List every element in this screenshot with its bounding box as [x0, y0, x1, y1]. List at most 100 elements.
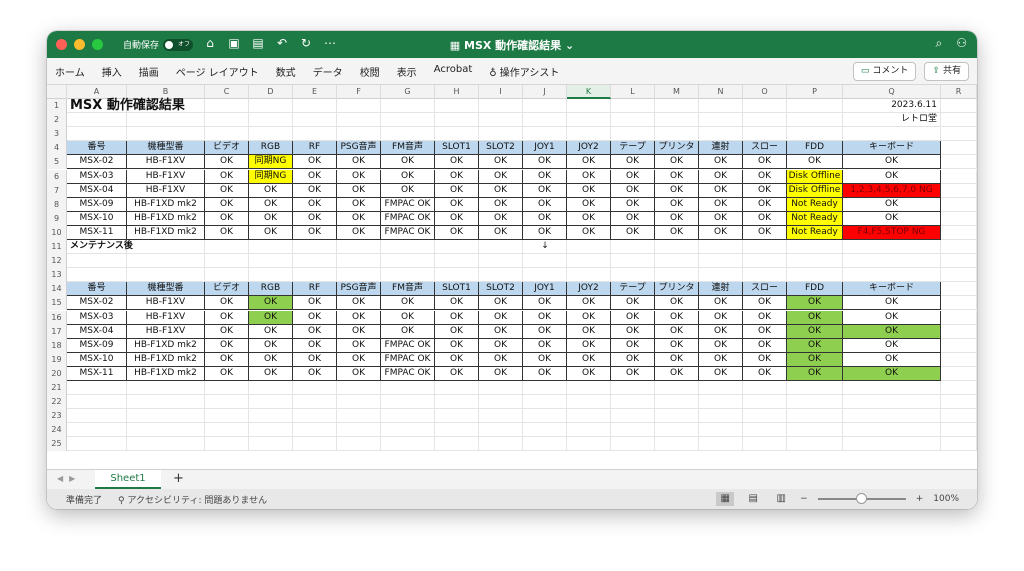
- grid-cell[interactable]: [337, 268, 381, 283]
- column-header-d[interactable]: D: [249, 85, 293, 99]
- table1-cell[interactable]: OK: [337, 197, 381, 212]
- table2-cell[interactable]: MSX-03: [67, 310, 127, 325]
- table2-cell[interactable]: OK: [787, 338, 843, 353]
- grid-cell[interactable]: [941, 282, 977, 297]
- grid-cell[interactable]: [435, 395, 479, 410]
- table1-cell[interactable]: 同期NG: [249, 169, 293, 184]
- table1-header-cell[interactable]: ビデオ: [205, 141, 249, 156]
- table1-header-cell[interactable]: 機種型番: [127, 141, 205, 156]
- grid-cell[interactable]: [523, 99, 567, 114]
- table2-header-cell[interactable]: 連射: [699, 282, 743, 297]
- grid-cell[interactable]: [611, 127, 655, 142]
- grid-cell[interactable]: [843, 268, 941, 283]
- table1-cell[interactable]: MSX-09: [67, 197, 127, 212]
- row-header-9[interactable]: 9: [47, 211, 67, 226]
- grid-cell[interactable]: [523, 254, 567, 269]
- table2-cell[interactable]: OK: [843, 310, 941, 325]
- grid-cell[interactable]: [941, 437, 977, 452]
- grid-cell[interactable]: [205, 127, 249, 142]
- table2-cell[interactable]: HB-F1XV: [127, 296, 205, 311]
- table1-cell[interactable]: OK: [435, 197, 479, 212]
- grid-cell[interactable]: [655, 127, 699, 142]
- grid-cell[interactable]: [567, 395, 611, 410]
- comment-button[interactable]: ▭ コメント: [852, 62, 917, 81]
- grid-cell[interactable]: [743, 113, 787, 128]
- grid-cell[interactable]: [567, 254, 611, 269]
- table2-cell[interactable]: OK: [523, 338, 567, 353]
- grid-cell[interactable]: [743, 395, 787, 410]
- grid-cell[interactable]: [843, 395, 941, 410]
- table1-cell[interactable]: OK: [699, 169, 743, 184]
- grid-cell[interactable]: [381, 99, 435, 114]
- table1-cell[interactable]: OK: [523, 169, 567, 184]
- grid-cell[interactable]: [435, 437, 479, 452]
- column-header-n[interactable]: N: [699, 85, 743, 99]
- grid-cell[interactable]: [67, 409, 127, 424]
- table2-cell[interactable]: OK: [337, 366, 381, 381]
- grid-cell[interactable]: [127, 395, 205, 410]
- grid-cell[interactable]: [787, 113, 843, 128]
- grid-cell[interactable]: [699, 99, 743, 114]
- zoom-out-button[interactable]: −: [800, 494, 808, 504]
- table2-cell[interactable]: OK: [435, 338, 479, 353]
- grid-cell[interactable]: [249, 127, 293, 142]
- row-header-25[interactable]: 25: [47, 437, 67, 452]
- ribbon-tab-9[interactable]: ♁ 操作アシスト: [489, 64, 559, 79]
- grid-cell[interactable]: [381, 127, 435, 142]
- table1-header-cell[interactable]: FDD: [787, 141, 843, 156]
- grid-cell[interactable]: [381, 423, 435, 438]
- grid-cell[interactable]: [337, 127, 381, 142]
- arrow-cell[interactable]: ↓: [523, 240, 567, 254]
- grid-cell[interactable]: [611, 423, 655, 438]
- grid-cell[interactable]: [337, 240, 381, 255]
- row-header-7[interactable]: 7: [47, 183, 67, 198]
- table1-cell[interactable]: HB-F1XV: [127, 183, 205, 198]
- table2-cell[interactable]: OK: [205, 296, 249, 311]
- table2-cell[interactable]: OK: [743, 310, 787, 325]
- table1-header-cell[interactable]: 番号: [67, 141, 127, 156]
- grid-cell[interactable]: [941, 409, 977, 424]
- grid-cell[interactable]: [67, 254, 127, 269]
- zoom-in-button[interactable]: +: [916, 494, 924, 504]
- grid-cell[interactable]: [567, 409, 611, 424]
- table1-cell[interactable]: OK: [435, 211, 479, 226]
- table1-header-cell[interactable]: JOY1: [523, 141, 567, 156]
- table2-cell[interactable]: OK: [523, 310, 567, 325]
- table2-cell[interactable]: OK: [337, 324, 381, 339]
- table2-cell[interactable]: OK: [479, 310, 523, 325]
- table2-cell[interactable]: OK: [611, 296, 655, 311]
- table1-header-cell[interactable]: JOY2: [567, 141, 611, 156]
- grid-cell[interactable]: [743, 409, 787, 424]
- table2-cell[interactable]: OK: [249, 324, 293, 339]
- table1-header-cell[interactable]: テープ: [611, 141, 655, 156]
- table1-cell[interactable]: MSX-03: [67, 169, 127, 184]
- grid-cell[interactable]: [941, 366, 977, 381]
- grid-cell[interactable]: [567, 423, 611, 438]
- table1-cell[interactable]: OK: [479, 197, 523, 212]
- table1-cell[interactable]: OK: [655, 211, 699, 226]
- table1-cell[interactable]: OK: [567, 183, 611, 198]
- table2-cell[interactable]: OK: [523, 352, 567, 367]
- author-cell[interactable]: レトロ堂: [843, 113, 941, 128]
- table1-cell[interactable]: FMPAC OK: [381, 211, 435, 226]
- row-header-2[interactable]: 2: [47, 113, 67, 128]
- table2-header-cell[interactable]: 機種型番: [127, 282, 205, 297]
- grid-cell[interactable]: [293, 437, 337, 452]
- table1-cell[interactable]: OK: [249, 211, 293, 226]
- grid-cell[interactable]: [787, 437, 843, 452]
- grid-cell[interactable]: [787, 395, 843, 410]
- grid-cell[interactable]: [699, 437, 743, 452]
- grid-cell[interactable]: [567, 99, 611, 114]
- table2-cell[interactable]: MSX-11: [67, 366, 127, 381]
- table2-cell[interactable]: OK: [655, 366, 699, 381]
- table1-cell[interactable]: 1,2,3,4,5,6,7,0 NG: [843, 183, 941, 198]
- grid-cell[interactable]: [699, 381, 743, 396]
- ribbon-tab-8[interactable]: Acrobat: [434, 64, 473, 79]
- column-header-b[interactable]: B: [127, 85, 205, 99]
- grid-cell[interactable]: [655, 99, 699, 114]
- grid-cell[interactable]: [699, 254, 743, 269]
- table2-cell[interactable]: MSX-02: [67, 296, 127, 311]
- table2-cell[interactable]: OK: [567, 324, 611, 339]
- table1-cell[interactable]: OK: [523, 197, 567, 212]
- grid-cell[interactable]: [611, 268, 655, 283]
